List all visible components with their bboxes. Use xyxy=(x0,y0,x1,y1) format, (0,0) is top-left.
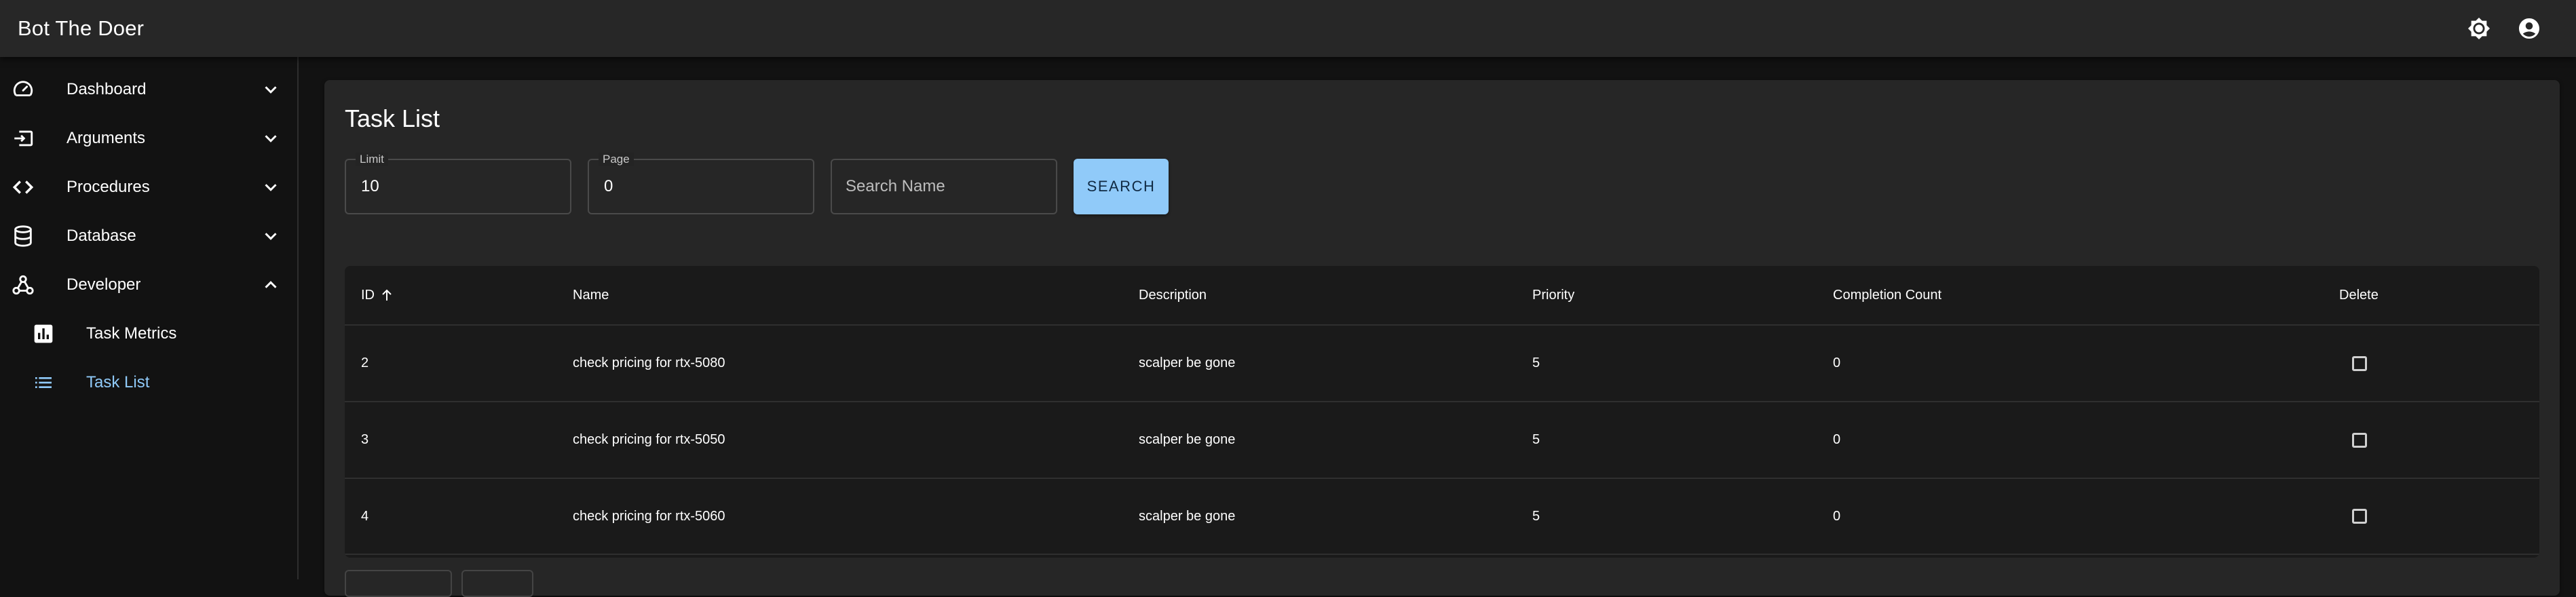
limit-field-value[interactable]: 10 xyxy=(361,160,379,213)
sidebar-item-dashboard[interactable]: Dashboard xyxy=(0,65,297,114)
cell-id: 4 xyxy=(361,508,369,524)
page-field-value[interactable]: 0 xyxy=(604,160,613,213)
column-header-label: ID xyxy=(361,287,375,303)
delete-checkbox[interactable] xyxy=(2352,355,2367,371)
delete-checkbox[interactable] xyxy=(2352,509,2367,524)
account-circle-icon xyxy=(2519,18,2539,39)
table-row: 3 check pricing for rtx-5050 scalper be … xyxy=(345,402,2539,479)
cell-completion-count: 0 xyxy=(1833,432,1841,447)
pagination-control[interactable] xyxy=(345,570,452,597)
search-button[interactable]: SEARCH xyxy=(1074,159,1169,214)
table-row: 2 check pricing for rtx-5080 scalper be … xyxy=(345,326,2539,402)
main-panel: Task List Limit 10 Page 0 SEARCH ID Name… xyxy=(324,80,2560,597)
page-title: Task List xyxy=(345,104,440,132)
chevron-down-icon xyxy=(259,225,282,248)
sidebar-item-label: Procedures xyxy=(67,178,150,196)
chevron-down-icon xyxy=(259,127,282,150)
delete-cell xyxy=(2352,402,2367,478)
chevron-down-icon xyxy=(259,176,282,199)
pagination-control[interactable] xyxy=(461,570,533,597)
app-title: Bot The Doer xyxy=(18,16,145,40)
bar-chart-icon xyxy=(30,320,57,347)
input-icon xyxy=(10,125,37,152)
chevron-up-icon xyxy=(259,273,282,296)
sidebar: Dashboard Arguments Procedures Database xyxy=(0,57,299,579)
table-header-row: ID Name Description Priority Completion … xyxy=(345,266,2539,326)
code-icon xyxy=(10,174,37,201)
column-header-priority[interactable]: Priority xyxy=(1532,266,1574,324)
sidebar-item-label: Database xyxy=(67,227,136,245)
sidebar-subitem-label: Task Metrics xyxy=(86,324,177,343)
limit-field[interactable]: Limit 10 xyxy=(345,153,571,214)
task-table: ID Name Description Priority Completion … xyxy=(345,266,2539,558)
cell-name: check pricing for rtx-5060 xyxy=(573,508,725,524)
cell-description: scalper be gone xyxy=(1139,508,1236,524)
column-header-description[interactable]: Description xyxy=(1139,266,1207,324)
app-bar-actions xyxy=(2463,13,2545,44)
sidebar-item-label: Developer xyxy=(67,275,141,294)
cell-completion-count: 0 xyxy=(1833,355,1841,370)
sidebar-subitem-label: Task List xyxy=(86,373,150,391)
search-name-input[interactable] xyxy=(832,160,1056,213)
sidebar-item-developer[interactable]: Developer xyxy=(0,261,297,309)
sidebar-subitem-task-metrics[interactable]: Task Metrics xyxy=(0,309,297,358)
webhook-icon xyxy=(10,271,37,298)
cell-id: 3 xyxy=(361,432,369,447)
cell-description: scalper be gone xyxy=(1139,432,1236,447)
cell-id: 2 xyxy=(361,355,369,370)
delete-cell xyxy=(2352,326,2367,401)
sidebar-item-label: Arguments xyxy=(67,129,146,147)
column-header-completion-count[interactable]: Completion Count xyxy=(1833,266,1942,324)
cell-priority: 5 xyxy=(1532,508,1540,524)
list-icon xyxy=(30,369,57,396)
cell-priority: 5 xyxy=(1532,432,1540,447)
brightness-icon xyxy=(2467,17,2490,40)
chevron-down-icon xyxy=(259,78,282,101)
cell-description: scalper be gone xyxy=(1139,355,1236,370)
cell-completion-count: 0 xyxy=(1833,508,1841,524)
speedometer-icon xyxy=(10,76,37,103)
cell-name: check pricing for rtx-5050 xyxy=(573,432,725,447)
account-button[interactable] xyxy=(2514,13,2545,44)
sidebar-item-database[interactable]: Database xyxy=(0,212,297,261)
theme-toggle-button[interactable] xyxy=(2463,13,2495,44)
column-header-delete: Delete xyxy=(2339,287,2379,303)
search-name-field[interactable] xyxy=(831,159,1057,214)
column-header-name[interactable]: Name xyxy=(573,266,609,324)
delete-checkbox[interactable] xyxy=(2352,432,2367,448)
arrow-up-icon xyxy=(382,289,392,301)
cell-priority: 5 xyxy=(1532,355,1540,370)
app-bar: Bot The Doer xyxy=(0,0,2576,57)
column-header-id[interactable]: ID xyxy=(361,266,395,324)
sidebar-item-arguments[interactable]: Arguments xyxy=(0,114,297,163)
sidebar-item-procedures[interactable]: Procedures xyxy=(0,163,297,212)
table-row: 4 check pricing for rtx-5060 scalper be … xyxy=(345,479,2539,555)
delete-cell xyxy=(2352,479,2367,554)
page-field[interactable]: Page 0 xyxy=(588,153,814,214)
database-icon xyxy=(10,223,37,250)
sidebar-subitem-task-list[interactable]: Task List xyxy=(0,358,297,407)
sidebar-item-label: Dashboard xyxy=(67,80,147,98)
cell-name: check pricing for rtx-5080 xyxy=(573,355,725,370)
